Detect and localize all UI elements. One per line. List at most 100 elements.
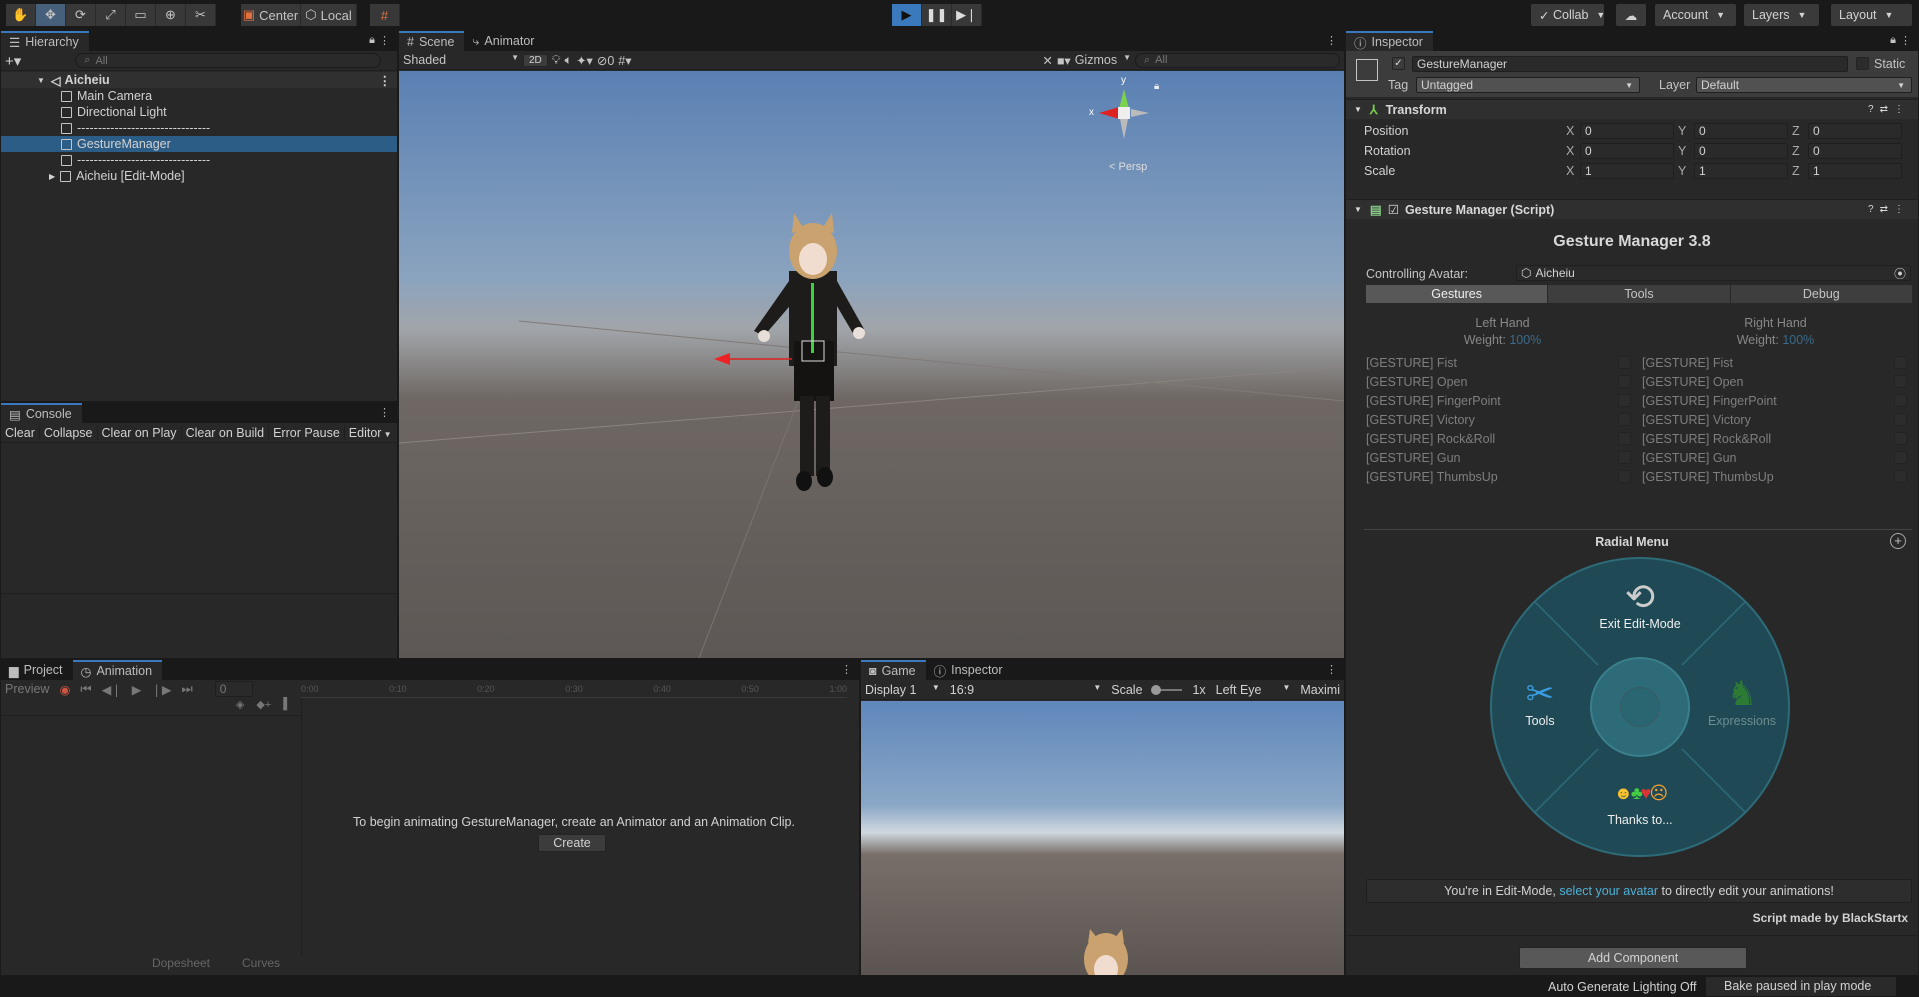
- list-item[interactable]: ▶ Aicheiu [Edit-Mode]: [1, 168, 397, 184]
- console-collapse-button[interactable]: Collapse: [40, 425, 98, 440]
- gesture-checkbox[interactable]: [1618, 432, 1631, 445]
- gesture-manager-header[interactable]: ▼ ▤ ☑ Gesture Manager (Script) ?⇄⋮: [1346, 199, 1918, 219]
- add-icon[interactable]: +▾: [5, 52, 21, 70]
- expand-arrow-icon[interactable]: ▶: [49, 172, 55, 181]
- move-tool-icon[interactable]: ✥: [36, 4, 66, 26]
- gesture-row[interactable]: [GESTURE] FingerPoint: [1642, 391, 1907, 410]
- rotation-z-field[interactable]: 0: [1808, 143, 1902, 159]
- gesture-row[interactable]: [GESTURE] Gun: [1366, 448, 1631, 467]
- radial-item-expressions[interactable]: ♞ Expressions: [1692, 674, 1792, 728]
- tab-inspector[interactable]: ⓘ Inspector: [1346, 31, 1433, 51]
- grid-snap-icon[interactable]: #: [370, 4, 400, 26]
- menu-kebab-icon[interactable]: ⋮: [379, 34, 391, 47]
- pivot-local-button[interactable]: ⬡ Local: [301, 4, 357, 26]
- dopesheet-tab[interactable]: Dopesheet: [146, 956, 216, 970]
- active-checkbox[interactable]: ✓: [1392, 57, 1405, 70]
- scene-menu-icon[interactable]: ⋮: [379, 73, 392, 88]
- gesture-checkbox[interactable]: [1894, 432, 1907, 445]
- transform-header[interactable]: ▼ ⅄ Transform ?⇄⋮: [1346, 99, 1918, 119]
- gesture-checkbox[interactable]: [1618, 413, 1631, 426]
- select-avatar-link[interactable]: select your avatar: [1559, 884, 1658, 898]
- radial-item-thanks[interactable]: ☻♣♥☹ Thanks to...: [1590, 773, 1690, 827]
- create-animation-button[interactable]: Create: [538, 834, 606, 852]
- persp-label[interactable]: < Persp: [1109, 161, 1147, 173]
- slider-thumb[interactable]: [1150, 684, 1161, 695]
- rotation-x-field[interactable]: 0: [1580, 143, 1674, 159]
- object-name-field[interactable]: GestureManager: [1412, 56, 1848, 72]
- rect-tool-icon[interactable]: ▭: [126, 4, 156, 26]
- collab-dropdown[interactable]: ✓ Collab ▼: [1531, 4, 1605, 26]
- tab-gestures[interactable]: Gestures: [1366, 285, 1548, 303]
- menu-kebab-icon[interactable]: ⋮: [1326, 663, 1338, 676]
- gesture-row[interactable]: [GESTURE] Open: [1366, 372, 1631, 391]
- gesture-row[interactable]: [GESTURE] Victory: [1642, 410, 1907, 429]
- add-component-button[interactable]: Add Component: [1519, 947, 1747, 969]
- display-dropdown[interactable]: Display 1 ▼: [865, 683, 940, 697]
- console-error-pause-button[interactable]: Error Pause: [269, 425, 345, 440]
- lighting-icon[interactable]: 💡︎: [552, 53, 561, 68]
- gesture-checkbox[interactable]: [1894, 451, 1907, 464]
- 2d-toggle-button[interactable]: 2D: [523, 53, 548, 67]
- expand-arrow-icon[interactable]: ▼: [37, 76, 45, 85]
- tools-icon[interactable]: ✕: [1042, 53, 1052, 68]
- console-editor-dropdown[interactable]: Editor ▼: [345, 426, 396, 440]
- maximize-toggle[interactable]: Maximi: [1300, 683, 1340, 697]
- record-icon[interactable]: ◉: [59, 682, 70, 697]
- console-clear-on-build-button[interactable]: Clear on Build: [182, 425, 270, 440]
- gesture-row[interactable]: [GESTURE] Rock&Roll: [1366, 429, 1631, 448]
- camera-icon[interactable]: ■▾: [1057, 53, 1071, 68]
- play-button[interactable]: ▶: [892, 4, 922, 26]
- lock-icon[interactable]: 🔒︎: [369, 34, 375, 47]
- gesture-row[interactable]: [GESTURE] ThumbsUp: [1642, 467, 1907, 486]
- tab-tools[interactable]: Tools: [1548, 285, 1730, 303]
- tab-game[interactable]: ◙ Game: [861, 660, 926, 680]
- scene-root-row[interactable]: ▼ ◁ Aicheiu ⋮: [1, 72, 397, 88]
- add-circle-icon[interactable]: +: [1890, 533, 1906, 549]
- scale-tool-icon[interactable]: ⤢: [96, 4, 126, 26]
- audio-icon[interactable]: 🔈︎: [565, 53, 573, 68]
- transform-tool-icon[interactable]: ⊕: [156, 4, 186, 26]
- cloud-button[interactable]: ☁: [1616, 4, 1646, 26]
- list-item[interactable]: Directional Light: [1, 104, 397, 120]
- position-z-field[interactable]: 0: [1808, 123, 1902, 139]
- bake-status[interactable]: Bake paused in play mode: [1706, 977, 1896, 996]
- play-anim-icon[interactable]: ▶: [132, 682, 142, 697]
- gesture-row[interactable]: [GESTURE] Fist: [1642, 353, 1907, 372]
- tab-hierarchy[interactable]: ☰ Hierarchy: [1, 31, 89, 51]
- scale-z-field[interactable]: 1: [1808, 163, 1902, 179]
- gesture-row[interactable]: [GESTURE] Gun: [1642, 448, 1907, 467]
- console-clear-button[interactable]: Clear: [1, 425, 40, 440]
- list-item[interactable]: --------------------------------: [1, 120, 397, 136]
- tab-animator[interactable]: ⤷ Animator: [464, 31, 544, 51]
- keyframe-icon[interactable]: ◈: [236, 698, 244, 715]
- add-event-icon[interactable]: ▌: [283, 698, 291, 715]
- add-key-icon[interactable]: ◆+: [256, 698, 271, 715]
- gesture-row[interactable]: [GESTURE] Rock&Roll: [1642, 429, 1907, 448]
- position-x-field[interactable]: 0: [1580, 123, 1674, 139]
- hierarchy-search-input[interactable]: ⌕ All: [75, 53, 382, 68]
- custom-tool-icon[interactable]: ✂: [186, 4, 216, 26]
- list-item[interactable]: Main Camera: [1, 88, 397, 104]
- layer-dropdown[interactable]: Default ▼: [1696, 77, 1912, 93]
- tab-animation[interactable]: ◷ Animation: [72, 660, 163, 680]
- menu-kebab-icon[interactable]: ⋮: [379, 406, 391, 419]
- pivot-center-button[interactable]: ▣ Center: [241, 4, 301, 26]
- radial-item-exit-edit-mode[interactable]: ⟲ Exit Edit-Mode: [1580, 577, 1700, 632]
- component-menu-icons[interactable]: ?⇄⋮: [1868, 104, 1910, 115]
- gesture-row[interactable]: [GESTURE] Open: [1642, 372, 1907, 391]
- gesture-row[interactable]: [GESTURE] ThumbsUp: [1366, 467, 1631, 486]
- radial-item-tools[interactable]: ✂ Tools: [1500, 674, 1580, 728]
- hidden-objects-icon[interactable]: ⊘0: [597, 53, 614, 68]
- menu-kebab-icon[interactable]: ⋮: [1900, 34, 1912, 47]
- last-frame-icon[interactable]: ⏭: [181, 682, 192, 697]
- tab-scene[interactable]: # Scene: [399, 31, 465, 51]
- menu-kebab-icon[interactable]: ⋮: [1326, 34, 1338, 47]
- scene-viewport[interactable]: y x 🔒︎ < Persp: [399, 71, 1344, 658]
- gesture-checkbox[interactable]: [1894, 413, 1907, 426]
- lock-icon[interactable]: 🔒︎: [1154, 81, 1159, 92]
- lock-icon[interactable]: 🔒︎: [1890, 34, 1896, 47]
- eye-dropdown[interactable]: Left Eye ▼: [1216, 683, 1291, 697]
- effects-icon[interactable]: ✦▾: [576, 53, 593, 68]
- enabled-checkbox[interactable]: ☑: [1388, 202, 1399, 217]
- console-clear-on-play-button[interactable]: Clear on Play: [98, 425, 182, 440]
